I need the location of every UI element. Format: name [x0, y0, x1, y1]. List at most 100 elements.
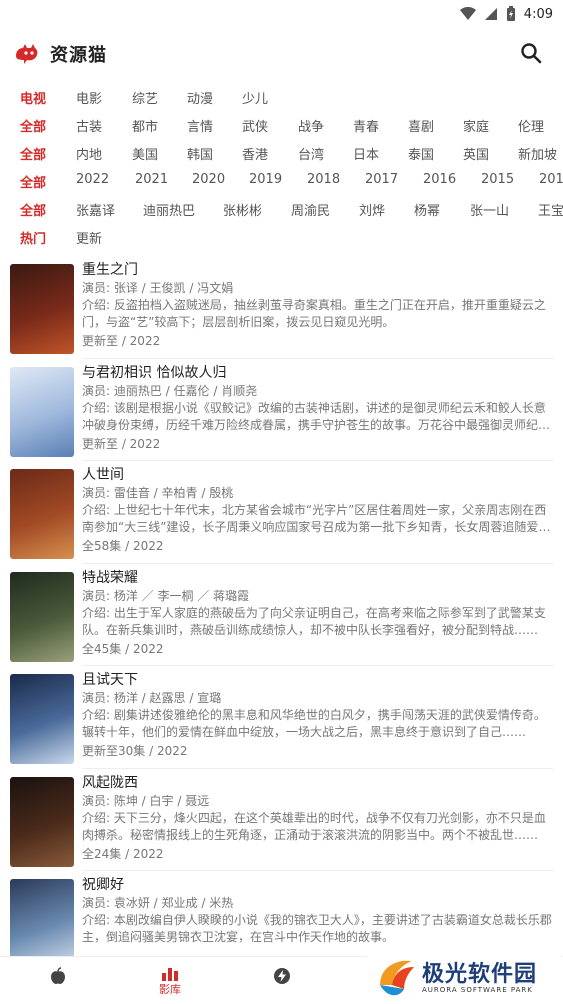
video-title: 特战荣耀 [82, 569, 138, 586]
video-list: 重生之门 演员: 张译 / 王俊凯 / 冯文娟 介绍: 反盗拍档入盗贼迷局，抽丝剥茧… [0, 256, 563, 956]
filter-option[interactable]: 日本 [353, 144, 379, 163]
status-icons: 4:09 [459, 6, 553, 22]
filter-option[interactable]: 韩国 [187, 144, 213, 163]
filter-option[interactable]: 香港 [242, 144, 268, 163]
filter-option[interactable]: 美国 [132, 144, 158, 163]
filter-option[interactable]: 动漫 [187, 88, 213, 107]
filter-option[interactable]: 综艺 [132, 88, 158, 107]
filter-option[interactable]: 英国 [463, 144, 489, 163]
filter-row-region: 全部 内地 美国 韩国 香港 台湾 日本 泰国 英国 新加坡 [0, 140, 563, 168]
aurora-logo-icon [380, 960, 414, 996]
video-meta: 全45集 / 2022 [82, 641, 164, 656]
video-info: 重生之门 演员: 张译 / 王俊凯 / 冯文娟 介绍: 反盗拍档入盗贼迷局，抽丝剥茧… [82, 260, 552, 351]
video-description: 介绍: 该剧是根据小说《驭鲛记》改编的古装神话剧，讲述的是御灵师纪云禾和鲛人长意… [82, 400, 551, 432]
filter-panel: 电视 电影 综艺 动漫 少儿 全部 古装 都市 言情 武侠 战争 青春 喜剧 家庭 伦理 全部 内地 美国 韩国… [0, 84, 563, 252]
filter-option[interactable]: 战争 [298, 116, 324, 135]
poster-image [10, 674, 74, 764]
video-description: 介绍: 本剧改编自伊人睽睽的小说《我的锦衣卫大人》，主要讲述了古装霸道女总裁长乐… [82, 913, 552, 944]
nav-item-home[interactable] [2, 957, 114, 1004]
filter-option[interactable]: 少儿 [242, 88, 268, 107]
filter-option[interactable]: 电影 [76, 88, 102, 107]
video-title: 祝卿好 [82, 877, 124, 893]
nav-item-library[interactable]: 影库 [114, 957, 226, 1004]
filter-option[interactable]: 内地 [76, 144, 102, 163]
filter-option[interactable]: 都市 [132, 116, 158, 135]
video-meta: 更新至30集 / 2022 [82, 744, 188, 758]
filter-option[interactable]: 2014 [539, 172, 563, 187]
poster-image [10, 469, 74, 559]
filter-option[interactable]: 张彬彬 [223, 200, 262, 219]
video-description: 介绍: 出生于军人家庭的燕破岳为了向父亲证明自己，在高考来临之际参军到了武警某支… [82, 605, 546, 637]
filter-option[interactable]: 青春 [353, 116, 379, 135]
video-description: 介绍: 天下三分，烽火四起，在这个英雄辈出的时代，战争不仅有刀光剑影，亦不只是血… [82, 810, 546, 842]
video-cast: 演员: 陈坤 / 白宇 / 聂远 [82, 793, 210, 808]
video-title: 风起陇西 [82, 774, 138, 791]
filter-option[interactable]: 2020 [192, 172, 225, 187]
filter-option[interactable]: 伦理 [518, 116, 544, 135]
apple-icon [51, 967, 65, 984]
video-list-item[interactable]: 且试天下 演员: 杨洋 / 赵露思 / 宣璐 介绍: 剧集讲述俊雅绝伦的黑丰息和风华… [0, 666, 563, 769]
filter-option[interactable]: 古装 [76, 116, 102, 135]
watermark-subtitle: AURORA SOFTWARE PARK [422, 986, 533, 994]
video-list-item[interactable]: 与君初相识 恰似故人归 演员: 迪丽热巴 / 任嘉伦 / 肖顺尧 介绍: 该剧是根据… [0, 359, 563, 461]
app-title: 资源猫 [50, 45, 107, 66]
poster-image [10, 571, 74, 662]
filter-row-sort: 热门 更新 [0, 224, 563, 252]
signal-icon [484, 8, 497, 20]
filter-option[interactable]: 张嘉译 [76, 200, 115, 219]
filter-option[interactable]: 新加坡 [518, 144, 557, 163]
search-icon[interactable] [519, 41, 543, 65]
video-info: 与君初相识 恰似故人归 演员: 迪丽热巴 / 任嘉伦 / 肖顺尧 介绍: 该剧是根据… [82, 363, 552, 454]
filter-option[interactable]: 2015 [481, 172, 514, 187]
filter-row-actor: 全部 张嘉译 迪丽热巴 张彬彬 周渝民 刘烨 杨幂 张一山 王宝强 [0, 196, 563, 224]
filter-option[interactable]: 武侠 [242, 116, 268, 135]
filter-option[interactable]: 2019 [249, 172, 282, 187]
filter-option[interactable]: 杨幂 [414, 200, 440, 219]
video-meta: 更新至 / 2022 [82, 334, 161, 348]
status-bar: 4:09 [0, 0, 563, 32]
poster-image [10, 776, 74, 867]
nav-item-discover[interactable] [226, 957, 338, 1004]
filter-option[interactable]: 刘烨 [359, 200, 385, 219]
video-meta: 更新至 / 2022 [82, 436, 161, 451]
filter-option[interactable]: 全部 [20, 172, 46, 191]
filter-option[interactable]: 2022 [76, 172, 109, 187]
video-meta: 全24集 / 2022 [82, 846, 164, 861]
video-cast: 演员: 张译 / 王俊凯 / 冯文娟 [82, 281, 234, 295]
filter-option[interactable]: 全部 [20, 200, 46, 219]
filter-option[interactable]: 2018 [307, 172, 340, 187]
filter-option[interactable]: 2017 [365, 172, 398, 187]
filter-option[interactable]: 2016 [423, 172, 456, 187]
filter-option[interactable]: 全部 [20, 144, 46, 163]
filter-option[interactable]: 迪丽热巴 [143, 200, 195, 219]
video-description: 介绍: 反盗拍档入盗贼迷局，抽丝剥茧寻奇案真相。重生之门正在开启，推开重重疑云之… [82, 298, 546, 329]
video-info: 风起陇西演员: 陈坤 / 白宇 / 聂远介绍: 天下三分，烽火四起，在这个英雄辈… [82, 773, 552, 864]
filter-option[interactable]: 全部 [20, 116, 46, 135]
video-description: 介绍: 上世纪七十年代末，北方某省会城市“光字片”区居住着周姓一家，父亲周志刚在… [82, 503, 547, 534]
video-list-item[interactable]: 重生之门 演员: 张译 / 王俊凯 / 冯文娟 介绍: 反盗拍档入盗贼迷局，抽丝剥茧… [0, 256, 563, 359]
filter-option[interactable]: 2021 [135, 172, 168, 187]
status-time: 4:09 [523, 6, 553, 22]
video-list-item[interactable]: 人世间 演员: 雷佳音 / 辛柏青 / 殷桃 介绍: 上世纪七十年代末，北方某省会城… [0, 461, 563, 564]
filter-option[interactable]: 更新 [76, 228, 102, 247]
filter-row-type: 电视 电影 综艺 动漫 少儿 [0, 84, 563, 112]
filter-option[interactable]: 言情 [187, 116, 213, 135]
battery-icon [506, 6, 515, 21]
filter-option[interactable]: 喜剧 [408, 116, 434, 135]
video-list-item[interactable]: 祝卿好 演员: 袁冰妍 / 郑业成 / 米热 介绍: 本剧改编自伊人睽睽的小说《我的… [0, 871, 563, 956]
bar-chart-icon [162, 968, 178, 981]
filter-option[interactable]: 电视 [20, 88, 46, 107]
app-bar: 资源猫 [0, 32, 563, 76]
filter-option[interactable]: 家庭 [463, 116, 489, 135]
filter-option[interactable]: 泰国 [408, 144, 434, 163]
filter-option[interactable]: 台湾 [298, 144, 324, 163]
filter-option[interactable]: 张一山 [470, 200, 509, 219]
video-list-item[interactable]: 风起陇西演员: 陈坤 / 白宇 / 聂远介绍: 天下三分，烽火四起，在这个英雄辈… [0, 769, 563, 871]
video-list-item[interactable]: 特战荣耀 演员: 杨洋 ／ 李一桐 ／ 蒋璐霞 介绍: 出生于军人家庭的燕破岳为了向… [0, 564, 563, 666]
watermark: 极光软件园 AURORA SOFTWARE PARK [366, 952, 563, 1004]
poster-image [10, 879, 74, 956]
filter-option[interactable]: 周渝民 [291, 200, 330, 219]
filter-option[interactable]: 王宝强 [538, 200, 563, 219]
filter-option[interactable]: 热门 [20, 228, 46, 247]
filter-row-year: 全部 2022 2021 2020 2019 2018 2017 2016 2015 2014 [0, 168, 563, 196]
